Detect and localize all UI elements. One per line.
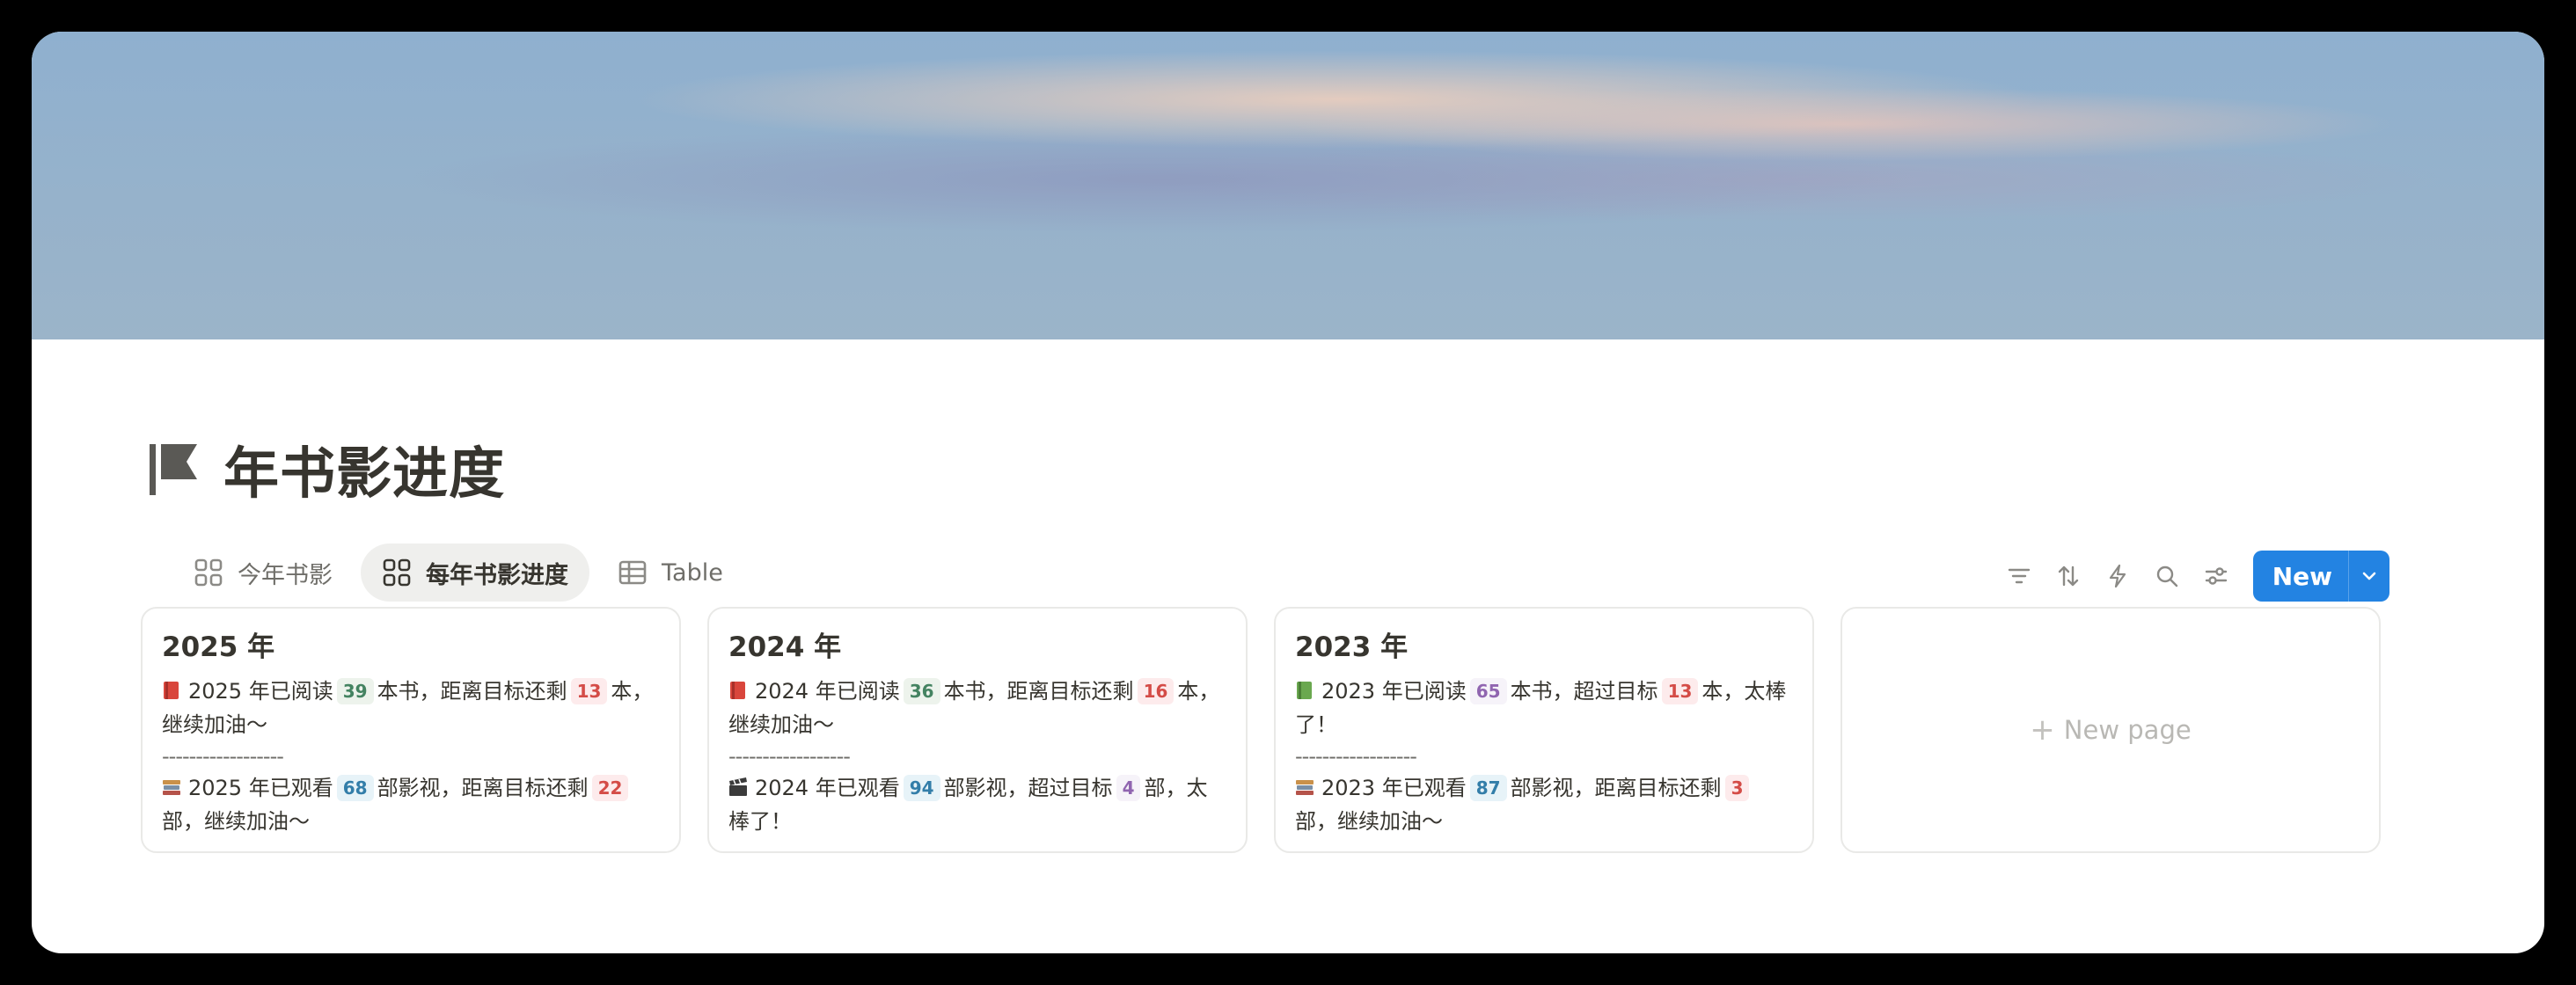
gallery-card-2024[interactable]: 2024 年 2024 年已阅读 36 本书，距离目标还剩 16 本，继续加油～ ---… bbox=[707, 607, 1248, 853]
films-middle: 部影视，距离目标还剩 bbox=[377, 776, 589, 800]
tab-label: 今年书影 bbox=[238, 561, 333, 589]
films-count-badge: 68 bbox=[336, 775, 374, 801]
clapper-board-icon bbox=[729, 777, 747, 796]
table-icon bbox=[618, 560, 647, 585]
films-diff-badge: 22 bbox=[591, 775, 629, 801]
films-diff-badge: 3 bbox=[1724, 775, 1750, 801]
new-button-label[interactable]: New bbox=[2253, 551, 2348, 602]
films-middle: 部影视，超过目标 bbox=[943, 776, 1113, 800]
divider-text: ------------------ bbox=[162, 744, 284, 769]
books-progress-text: 2025 年已阅读 39 本书，距离目标还剩 13 本，继续加油～ bbox=[162, 675, 660, 741]
films-middle: 部影视，距离目标还剩 bbox=[1510, 776, 1722, 800]
divider-text: ------------------ bbox=[728, 744, 851, 769]
green-book-icon bbox=[1297, 682, 1312, 699]
view-tabs: 今年书影 每年书影进度 Table bbox=[172, 544, 744, 602]
filter-button[interactable] bbox=[1994, 551, 2044, 601]
red-book-icon bbox=[164, 682, 179, 699]
automation-button[interactable] bbox=[2093, 551, 2142, 601]
books-count-badge: 36 bbox=[903, 678, 940, 704]
tab-yearly-progress[interactable]: 每年书影进度 bbox=[361, 544, 589, 602]
books-prefix: 2025 年已阅读 bbox=[188, 679, 333, 704]
films-prefix: 2024 年已观看 bbox=[755, 776, 900, 800]
films-suffix: 部，继续加油～ bbox=[162, 809, 310, 834]
books-progress-text: 2023 年已阅读 65 本书，超过目标 13 本，太棒了！ bbox=[1295, 675, 1793, 741]
films-prefix: 2023 年已观看 bbox=[1321, 776, 1467, 800]
tab-table[interactable]: Table bbox=[596, 544, 744, 602]
films-suffix: 部，继续加油～ bbox=[1295, 809, 1443, 834]
books-diff-badge: 13 bbox=[570, 678, 608, 704]
filter-icon bbox=[2008, 568, 2030, 584]
films-progress-text: 2023 年已观看 87 部影视，距离目标还剩 3 部，继续加油～ bbox=[1295, 771, 1793, 838]
sort-icon bbox=[2058, 565, 2078, 587]
books-diff-badge: 16 bbox=[1137, 678, 1175, 704]
new-button[interactable]: New bbox=[2252, 551, 2389, 602]
new-page-card[interactable]: + New page bbox=[1841, 607, 2381, 853]
books-middle: 本书，距离目标还剩 bbox=[377, 679, 567, 704]
books-diff-badge: 13 bbox=[1661, 678, 1699, 704]
notion-window: 年书影进度 今年书影 每年书影进度 Table New 2025 年 2025 … bbox=[32, 32, 2544, 953]
gallery-card-2023[interactable]: 2023 年 2023 年已阅读 65 本书，超过目标 13 本，太棒了！ ------… bbox=[1274, 607, 1814, 853]
books-stack-icon bbox=[1296, 780, 1314, 795]
page-title[interactable]: 年书影进度 bbox=[223, 429, 505, 509]
books-stack-icon bbox=[163, 780, 180, 795]
plus-icon: + bbox=[2030, 712, 2055, 748]
red-book-icon bbox=[730, 682, 745, 699]
gallery-card-2025[interactable]: 2025 年 2025 年已阅读 39 本书，距离目标还剩 13 本，继续加油～ ---… bbox=[141, 607, 681, 853]
books-count-badge: 39 bbox=[336, 678, 374, 704]
films-prefix: 2025 年已观看 bbox=[188, 776, 333, 800]
books-count-badge: 65 bbox=[1469, 678, 1507, 704]
divider-text: ------------------ bbox=[1295, 744, 1417, 769]
books-middle: 本书，超过目标 bbox=[1510, 679, 1658, 704]
new-page-label: New page bbox=[2063, 715, 2192, 745]
flag-icon[interactable] bbox=[148, 442, 199, 497]
card-title: 2023 年 bbox=[1295, 631, 1409, 663]
card-title: 2025 年 bbox=[162, 631, 275, 663]
card-title: 2024 年 bbox=[728, 631, 842, 663]
films-count-badge: 94 bbox=[903, 775, 940, 801]
view-settings-button[interactable] bbox=[2192, 551, 2241, 601]
tab-label: 每年书影进度 bbox=[426, 561, 568, 589]
gallery-cards: 2025 年 2025 年已阅读 39 本书，距离目标还剩 13 本，继续加油～ ---… bbox=[141, 607, 2381, 853]
database-toolbar: New bbox=[1994, 551, 2389, 602]
gallery-icon bbox=[194, 558, 223, 587]
films-count-badge: 87 bbox=[1469, 775, 1507, 801]
search-button[interactable] bbox=[2142, 551, 2192, 601]
sort-button[interactable] bbox=[2044, 551, 2093, 601]
tab-this-year[interactable]: 今年书影 bbox=[172, 544, 354, 602]
search-icon bbox=[2156, 565, 2177, 587]
page-header: 年书影进度 bbox=[148, 429, 505, 509]
gallery-icon bbox=[383, 558, 411, 587]
books-prefix: 2024 年已阅读 bbox=[755, 679, 900, 704]
page-cover-image[interactable] bbox=[32, 32, 2544, 339]
chevron-down-icon bbox=[2362, 572, 2376, 580]
new-dropdown-button[interactable] bbox=[2348, 551, 2389, 602]
tab-label: Table bbox=[662, 558, 723, 587]
films-diff-badge: 4 bbox=[1116, 775, 1141, 801]
films-progress-text: 2025 年已观看 68 部影视，距离目标还剩 22 部，继续加油～ bbox=[162, 771, 660, 838]
books-progress-text: 2024 年已阅读 36 本书，距离目标还剩 16 本，继续加油～ bbox=[728, 675, 1226, 741]
films-progress-text: 2024 年已观看 94 部影视，超过目标 4 部，太棒了！ bbox=[728, 771, 1226, 838]
books-middle: 本书，距离目标还剩 bbox=[943, 679, 1134, 704]
books-prefix: 2023 年已阅读 bbox=[1321, 679, 1467, 704]
sliders-icon bbox=[2205, 567, 2227, 585]
lightning-icon bbox=[2109, 564, 2126, 588]
